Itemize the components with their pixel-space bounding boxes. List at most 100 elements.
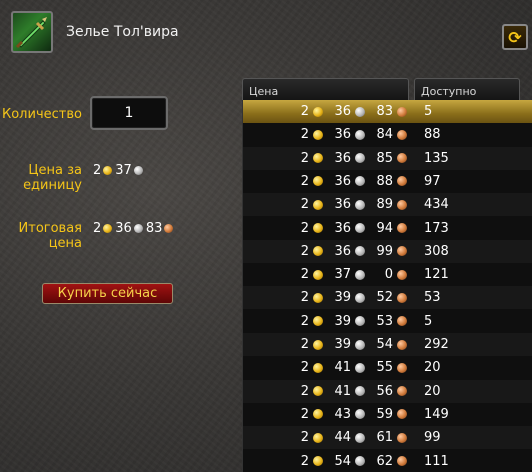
table-row[interactable]: 2 36 99 308 — [243, 239, 532, 263]
dagger-icon — [11, 11, 53, 53]
copper-coin-icon — [397, 153, 407, 164]
table-row[interactable]: 2 39 54 292 — [243, 333, 532, 356]
row-gold: 2 — [300, 313, 309, 329]
row-silver: 36 — [334, 220, 351, 236]
row-copper: 89 — [376, 197, 393, 213]
copper-coin-icon — [397, 246, 407, 257]
table-row[interactable]: 2 36 84 88 — [243, 123, 532, 146]
gold-coin-icon — [313, 386, 323, 397]
table-row[interactable]: 2 41 55 20 — [243, 356, 532, 379]
row-copper: 52 — [376, 290, 393, 306]
row-available: 20 — [424, 360, 441, 376]
row-silver: 44 — [334, 430, 351, 446]
row-silver: 36 — [334, 127, 351, 143]
row-silver: 39 — [334, 313, 351, 329]
total-price-copper: 83 — [145, 221, 163, 236]
row-price: 2 41 55 — [243, 360, 409, 375]
row-copper: 84 — [376, 127, 393, 143]
table-row[interactable]: 2 41 56 20 — [243, 379, 532, 403]
row-available: 292 — [424, 337, 449, 352]
row-gold: 2 — [300, 197, 309, 213]
unit-price-silver: 37 — [115, 163, 132, 178]
gold-coin-icon — [313, 106, 323, 117]
gold-coin-icon — [313, 292, 323, 303]
row-silver: 39 — [334, 337, 351, 352]
row-copper: 62 — [376, 453, 393, 469]
column-header-available[interactable]: Доступно — [414, 78, 520, 100]
quantity-input[interactable]: 1 — [90, 96, 168, 130]
silver-coin-icon — [355, 456, 365, 466]
row-price: 2 36 88 — [243, 174, 409, 189]
row-gold: 2 — [300, 267, 309, 283]
gold-coin-icon — [313, 432, 323, 443]
row-available: 88 — [424, 127, 441, 143]
buy-now-button[interactable]: Купить сейчас — [42, 283, 173, 304]
table-row[interactable]: 2 37 0 121 — [243, 263, 532, 286]
table-row[interactable]: 2 36 83 5 — [243, 100, 532, 123]
gold-coin-icon — [313, 316, 323, 327]
unit-price-gold: 2 — [93, 163, 102, 178]
silver-coin-icon — [355, 269, 365, 280]
row-copper: 61 — [376, 430, 393, 446]
row-copper: 0 — [384, 267, 393, 283]
silver-coin-icon — [355, 292, 365, 303]
table-row[interactable]: 2 36 89 434 — [243, 193, 532, 217]
table-row[interactable]: 2 39 52 53 — [243, 286, 532, 310]
row-silver: 36 — [334, 197, 351, 213]
table-row[interactable]: 2 54 62 111 — [243, 450, 532, 472]
row-price: 2 39 54 — [243, 337, 409, 352]
row-available: 149 — [424, 406, 449, 422]
row-silver: 36 — [334, 104, 351, 119]
silver-coin-icon — [355, 223, 365, 233]
column-header-price[interactable]: Цена — [242, 78, 409, 100]
gold-coin-icon — [313, 362, 323, 373]
table-row[interactable]: 2 36 94 173 — [243, 217, 532, 240]
copper-coin-icon — [164, 224, 174, 233]
silver-coin-icon — [355, 316, 365, 327]
copper-coin-icon — [397, 176, 407, 187]
table-row[interactable]: 2 36 88 97 — [243, 170, 532, 193]
table-row[interactable]: 2 39 53 5 — [243, 310, 532, 333]
silver-coin-icon — [355, 176, 365, 187]
refresh-button[interactable]: ⟳ — [502, 24, 528, 50]
copper-coin-icon — [397, 432, 407, 443]
silver-coin-icon — [355, 362, 365, 373]
row-silver: 36 — [334, 243, 351, 259]
row-copper: 99 — [376, 243, 393, 259]
gold-coin-icon — [313, 456, 323, 466]
silver-coin-icon — [355, 386, 365, 397]
row-copper: 59 — [376, 406, 393, 422]
row-copper: 83 — [376, 104, 393, 119]
total-price-label-line1: Итоговая — [18, 221, 82, 236]
row-available: 99 — [424, 430, 441, 446]
copper-coin-icon — [397, 199, 407, 210]
row-available: 434 — [424, 197, 449, 213]
table-row[interactable]: 2 43 59 149 — [243, 403, 532, 426]
row-available: 53 — [424, 290, 441, 306]
row-available: 121 — [424, 267, 449, 283]
silver-coin-icon — [355, 153, 365, 164]
row-price: 2 39 52 — [243, 290, 409, 305]
row-gold: 2 — [300, 360, 309, 376]
table-row[interactable]: 2 36 85 135 — [243, 146, 532, 170]
row-gold: 2 — [300, 104, 309, 119]
silver-coin-icon — [355, 246, 365, 257]
row-gold: 2 — [300, 406, 309, 422]
row-silver: 54 — [334, 453, 351, 469]
gold-coin-icon — [313, 199, 323, 210]
row-silver: 41 — [334, 383, 351, 399]
row-gold: 2 — [300, 243, 309, 259]
total-price-gold: 2 — [93, 221, 102, 236]
row-copper: 53 — [376, 313, 393, 329]
total-price-label: Итоговая цена — [10, 221, 82, 251]
row-silver: 43 — [334, 406, 351, 422]
listings-table: 2 36 83 5 2 36 84 88 2 36 85 135 2 36 88 97 2 36 89 434 2 36 9… — [242, 100, 532, 472]
gold-coin-icon — [103, 166, 113, 175]
copper-coin-icon — [397, 316, 407, 327]
row-gold: 2 — [300, 337, 309, 352]
copper-coin-icon — [397, 409, 407, 420]
row-price: 2 36 89 — [243, 197, 409, 212]
unit-price-label-line2: единицу — [23, 178, 82, 193]
row-available: 97 — [424, 173, 441, 189]
table-row[interactable]: 2 44 61 99 — [243, 426, 532, 450]
